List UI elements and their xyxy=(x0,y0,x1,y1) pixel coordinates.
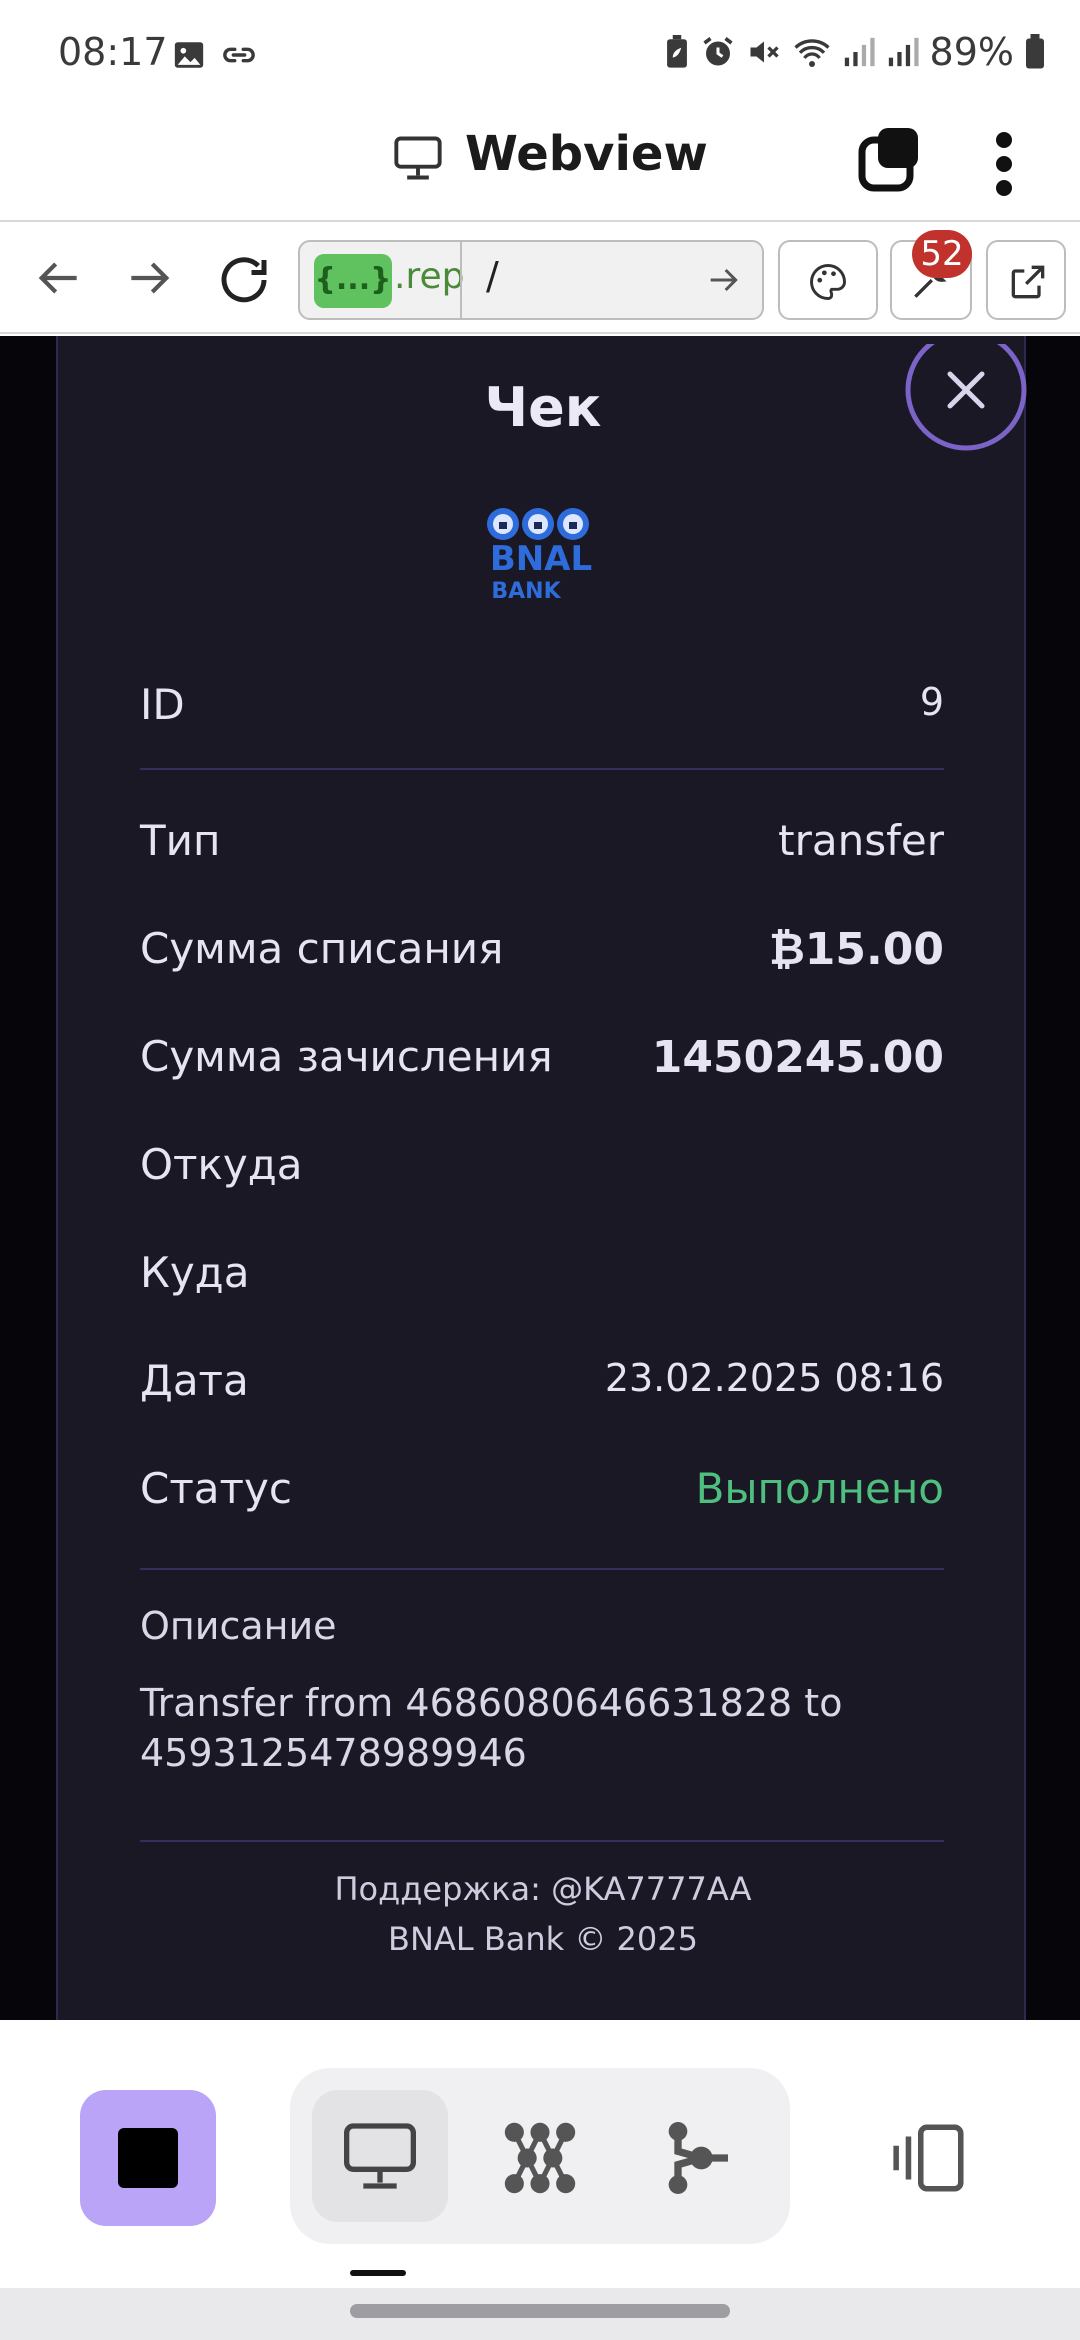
copyright-text: BNAL Bank © 2025 xyxy=(388,1920,698,1958)
reload-icon[interactable] xyxy=(214,250,274,310)
bottom-nav xyxy=(0,2020,1080,2340)
row-credit-amount: Сумма зачисления 1450245.00 xyxy=(140,1032,944,1092)
active-tab-indicator xyxy=(350,2270,406,2276)
more-options-icon[interactable] xyxy=(992,124,1016,204)
gesture-bar[interactable] xyxy=(350,2304,730,2318)
row-label: Откуда xyxy=(140,1140,303,1189)
divider xyxy=(140,1568,944,1570)
receipt-title: Чек xyxy=(484,376,602,439)
tab-webview[interactable] xyxy=(312,2090,448,2222)
tabs-icon[interactable] xyxy=(850,120,930,200)
row-value: 1450245.00 xyxy=(651,1032,944,1083)
description-title: Описание xyxy=(140,1604,337,1648)
row-label: Сумма списания xyxy=(140,924,504,973)
url-badge: {...} xyxy=(314,254,392,308)
row-to: Куда xyxy=(140,1248,944,1308)
palette-button[interactable] xyxy=(778,240,878,320)
status-badge: Выполнено xyxy=(695,1464,944,1513)
battery-icon xyxy=(1026,34,1044,69)
view-mode-group xyxy=(290,2068,790,2244)
status-time: 08:17 xyxy=(58,30,168,74)
row-value: 9 xyxy=(919,680,944,724)
row-date: Дата 23.02.2025 08:16 xyxy=(140,1356,944,1416)
monitor-icon xyxy=(344,2123,416,2189)
battery-saver-icon xyxy=(666,35,687,68)
back-icon[interactable] xyxy=(30,250,86,306)
stop-icon xyxy=(118,2128,178,2188)
row-value: transfer xyxy=(778,816,944,865)
mute-icon xyxy=(750,41,779,63)
wifi-icon xyxy=(793,39,830,67)
receipt-panel: Чек BNAL BANK ID 9 Тип transfer Сумма сп… xyxy=(56,336,1027,2020)
palette-icon xyxy=(810,264,846,300)
signal-icon-2 xyxy=(888,37,919,67)
row-value: ₿15.00 xyxy=(768,924,944,975)
open-external-button[interactable] xyxy=(986,240,1066,320)
url-separator xyxy=(460,242,462,318)
status-bar: 08:17 89% xyxy=(0,0,1080,112)
row-label: Дата xyxy=(140,1356,249,1405)
svg-text:BNAL: BNAL xyxy=(490,539,592,579)
gesture-area xyxy=(0,2288,1080,2340)
row-label: Тип xyxy=(140,816,221,865)
monitor-icon xyxy=(394,136,442,180)
row-type: Тип transfer xyxy=(140,816,944,876)
app-title: Webview xyxy=(465,126,708,182)
forward-icon[interactable] xyxy=(122,250,178,306)
divider xyxy=(140,1840,944,1842)
signal-icon xyxy=(844,37,875,67)
split-view-icon[interactable] xyxy=(890,2120,970,2196)
divider xyxy=(140,768,944,770)
status-right-icons: 89% xyxy=(664,30,1046,74)
row-from: Откуда xyxy=(140,1140,944,1200)
notification-badge: 52 xyxy=(912,230,972,278)
stop-button[interactable] xyxy=(80,2090,216,2226)
url-field[interactable]: {...} .rep / xyxy=(298,240,764,320)
description-text: Transfer from 4686080646631828 to 459312… xyxy=(140,1681,843,1775)
status-left-icons xyxy=(172,38,258,72)
row-value: 23.02.2025 08:16 xyxy=(604,1356,944,1400)
app-bar: Webview xyxy=(0,112,1080,220)
webview-content: Чек BNAL BANK ID 9 Тип transfer Сумма сп… xyxy=(0,336,1080,2020)
row-status: Статус Выполнено xyxy=(140,1464,944,1524)
open-external-icon xyxy=(1011,265,1045,299)
row-label: ID xyxy=(140,680,185,729)
support-text: Поддержка: @KA7777AA xyxy=(334,1870,752,1908)
svg-text:BANK: BANK xyxy=(491,579,561,604)
battery-percent: 89% xyxy=(929,30,1014,74)
row-label: Куда xyxy=(140,1248,250,1297)
url-domain: .rep xyxy=(394,256,465,297)
row-id: ID 9 xyxy=(140,680,944,740)
image-icon xyxy=(174,42,204,68)
link-icon xyxy=(223,47,255,63)
network-icon[interactable] xyxy=(496,2114,584,2202)
go-arrow-icon[interactable] xyxy=(704,260,744,300)
row-label: Статус xyxy=(140,1464,292,1513)
bank-logo: BNAL BANK xyxy=(487,508,592,604)
flow-icon[interactable] xyxy=(658,2118,738,2198)
url-path[interactable]: / xyxy=(486,254,499,298)
row-label: Сумма зачисления xyxy=(140,1032,553,1081)
alarm-icon xyxy=(702,37,733,66)
row-debit-amount: Сумма списания ₿15.00 xyxy=(140,924,944,984)
